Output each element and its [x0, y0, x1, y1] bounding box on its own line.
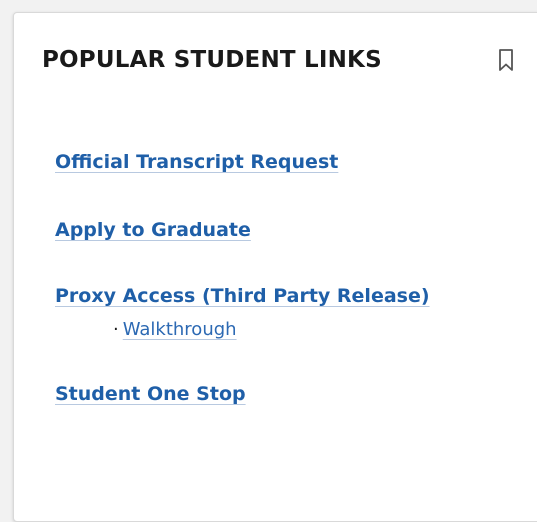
- proxy-access-link[interactable]: Proxy Access (Third Party Release): [55, 284, 430, 308]
- list-item: Proxy Access (Third Party Release): [55, 284, 430, 308]
- card-header: POPULAR STUDENT LINKS: [42, 45, 522, 81]
- card-title: POPULAR STUDENT LINKS: [42, 47, 382, 73]
- list-item: Official Transcript Request: [55, 150, 338, 174]
- apply-to-graduate-link[interactable]: Apply to Graduate: [55, 218, 251, 242]
- bookmark-button[interactable]: [495, 47, 517, 73]
- list-item: Student One Stop: [55, 382, 246, 406]
- bullet: ·: [113, 319, 119, 340]
- official-transcript-request-link[interactable]: Official Transcript Request: [55, 150, 338, 174]
- student-one-stop-link[interactable]: Student One Stop: [55, 382, 246, 406]
- popular-student-links-card: POPULAR STUDENT LINKS Official Transcrip…: [13, 12, 537, 522]
- list-item: Apply to Graduate: [55, 218, 251, 242]
- walkthrough-link[interactable]: Walkthrough: [123, 319, 237, 340]
- bookmark-icon: [499, 49, 513, 71]
- sub-list-item: · Walkthrough: [113, 318, 237, 342]
